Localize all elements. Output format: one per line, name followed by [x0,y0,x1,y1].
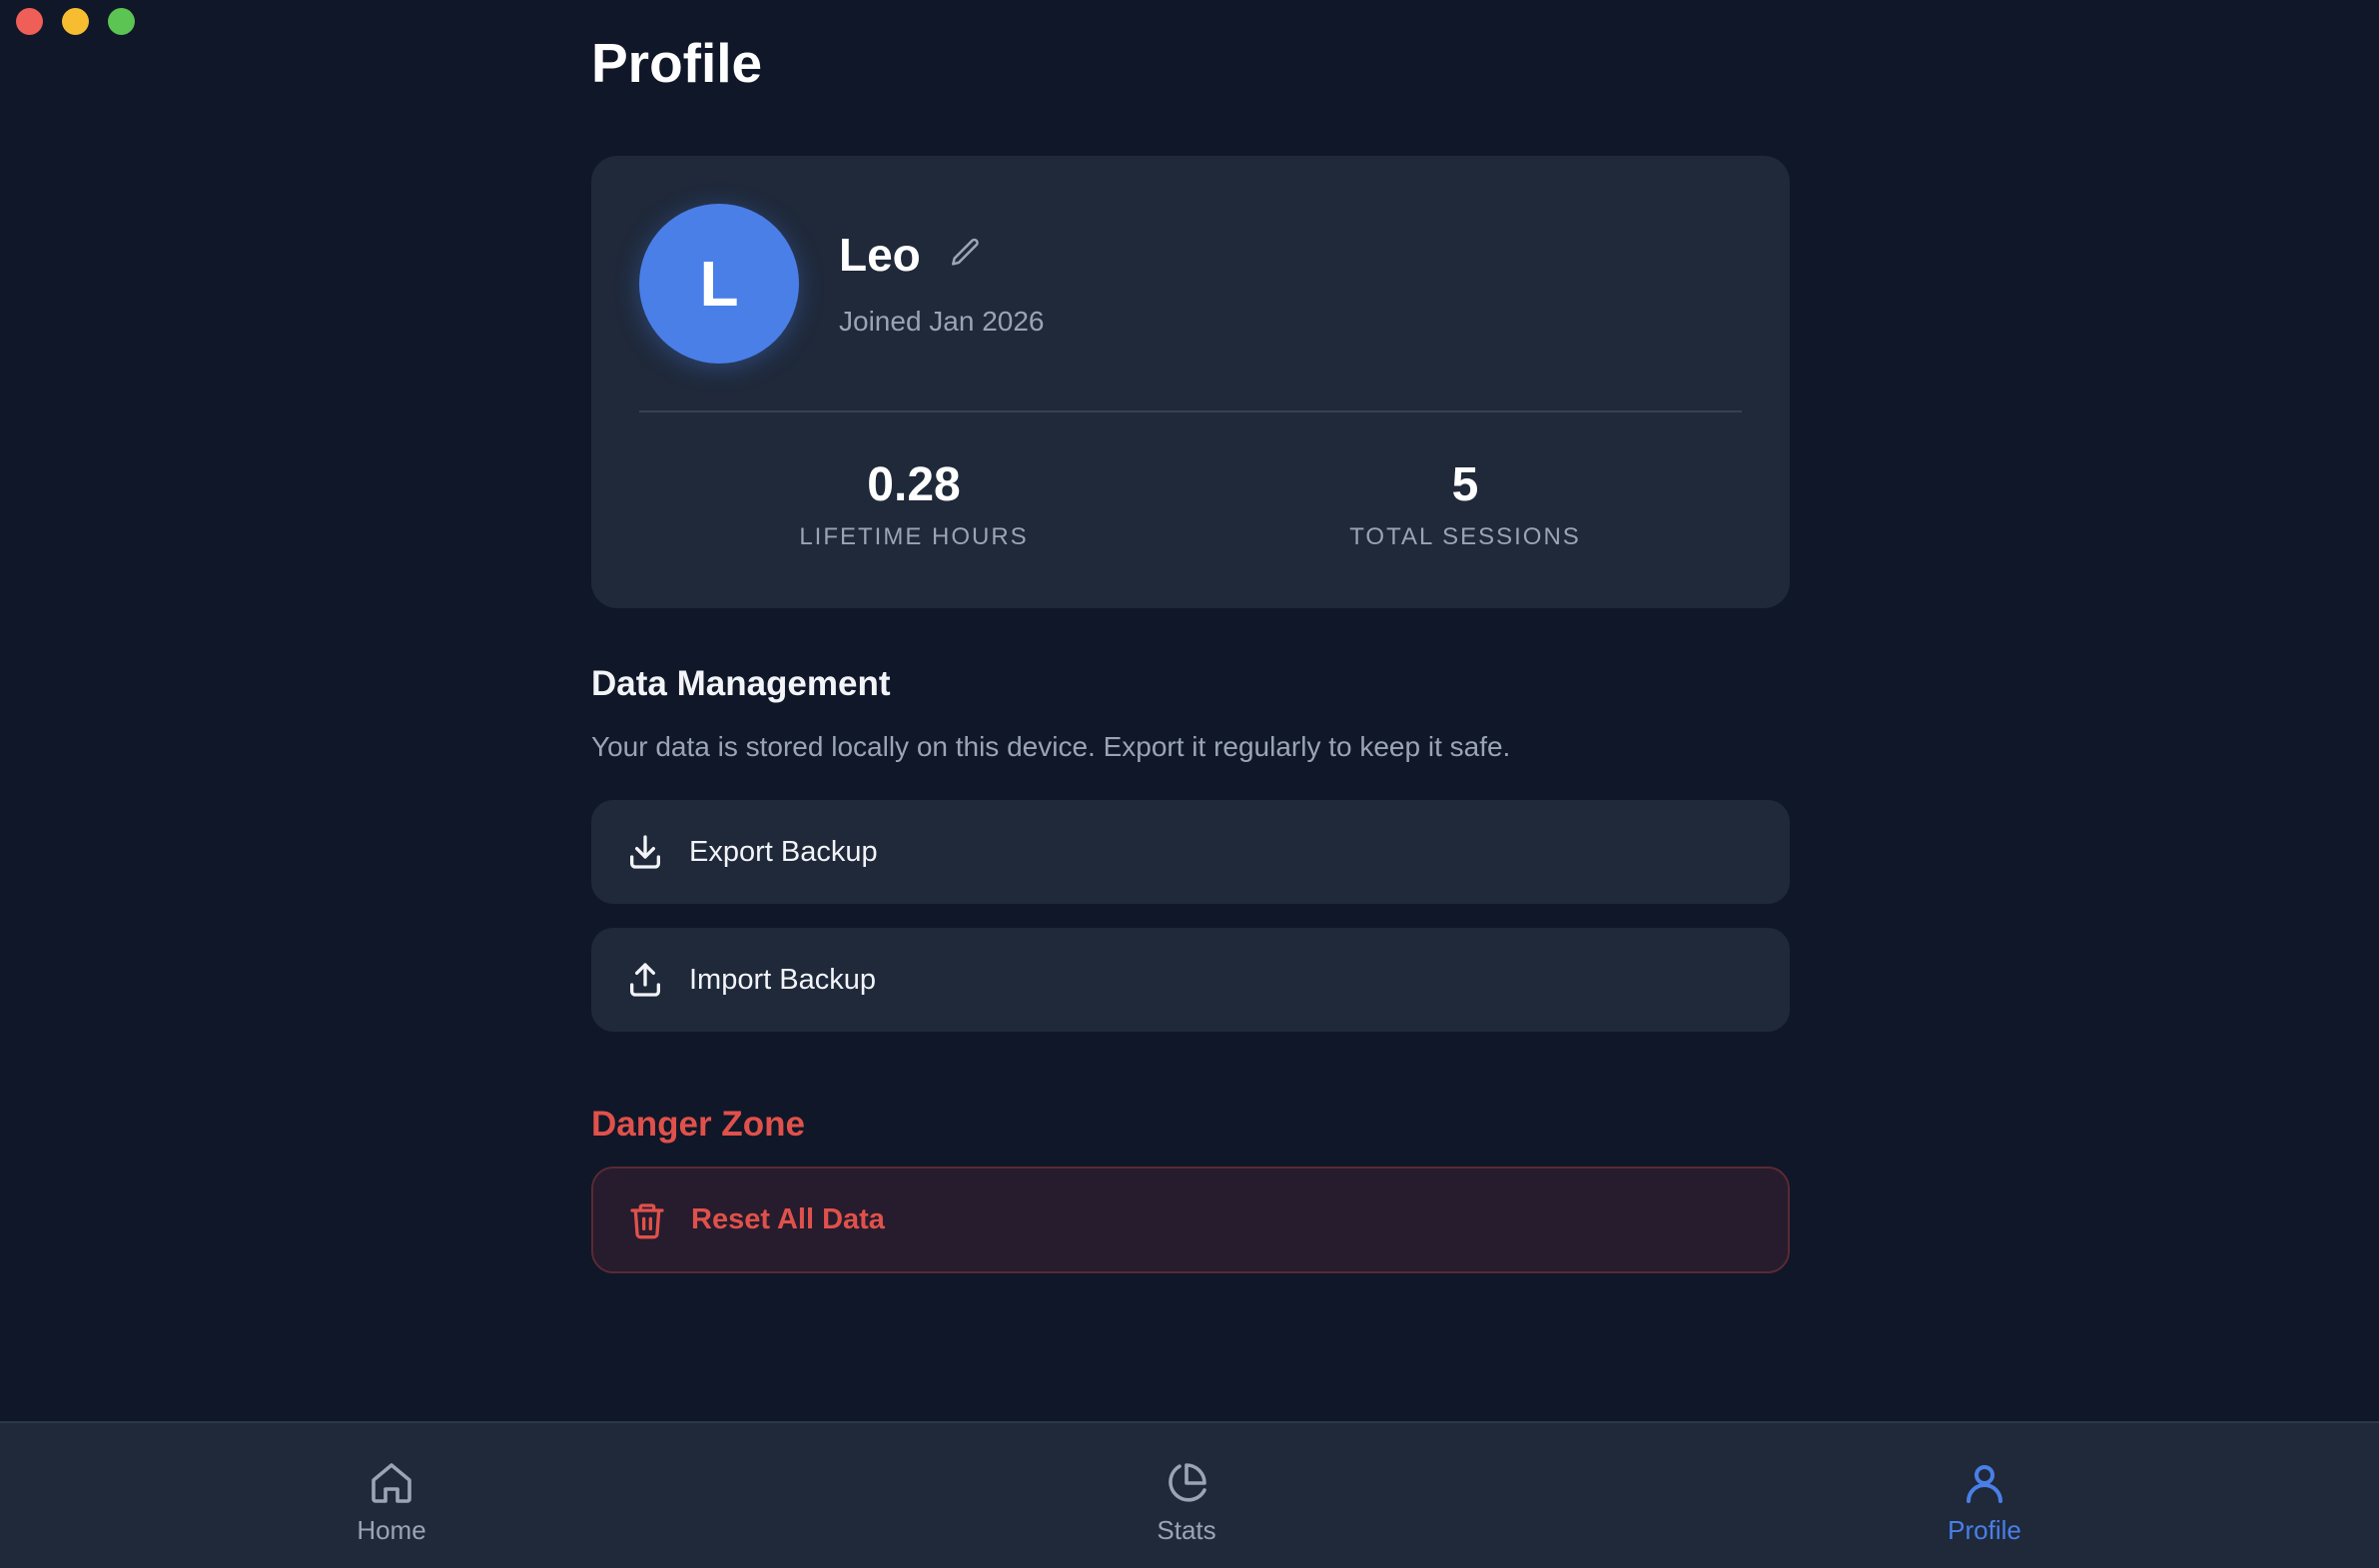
upload-icon [630,963,660,997]
pie-chart-icon [1169,1463,1206,1502]
user-name: Leo [839,229,921,281]
stat-label: LIFETIME HOURS [799,523,1029,550]
trash-icon [630,1202,664,1238]
nav-item-profile[interactable]: Profile [1885,1459,2084,1543]
user-icon [1967,1465,2002,1503]
nav-item-stats[interactable]: Stats [1087,1459,1286,1543]
profile-card: L Leo Joined Jan 2026 0.28 LIFETIME HOUR… [591,156,1790,608]
stat-label: TOTAL SESSIONS [1349,523,1581,550]
stat-lifetime-hours: 0.28 LIFETIME HOURS [714,461,1114,549]
download-icon [630,835,660,869]
minimize-window-button[interactable] [62,8,89,35]
home-icon [372,1463,411,1503]
close-window-button[interactable] [16,8,43,35]
avatar: L [639,204,799,364]
reset-all-data-button[interactable]: Reset All Data [591,1167,1790,1273]
stat-total-sessions: 5 TOTAL SESSIONS [1265,461,1665,549]
import-backup-label: Import Backup [689,963,876,996]
export-backup-button[interactable]: Export Backup [591,800,1790,904]
page-title: Profile [591,32,763,94]
nav-label: Profile [1948,1515,2021,1545]
stat-value: 0.28 [867,458,961,511]
nav-label: Home [357,1515,426,1545]
window-controls [16,8,135,35]
joined-date: Joined Jan 2026 [839,306,1045,337]
bottom-navigation: Home Stats Profile [0,1421,2379,1568]
data-management-description: Your data is stored locally on this devi… [591,731,1511,762]
data-management-title: Data Management [591,664,891,703]
divider [639,410,1742,412]
export-backup-label: Export Backup [689,835,878,868]
import-backup-button[interactable]: Import Backup [591,928,1790,1032]
nav-label: Stats [1157,1515,1216,1545]
nav-item-home[interactable]: Home [292,1459,491,1543]
danger-zone-title: Danger Zone [591,1105,805,1144]
reset-all-data-label: Reset All Data [691,1203,885,1235]
stat-value: 5 [1451,458,1479,511]
maximize-window-button[interactable] [108,8,135,35]
pencil-icon[interactable] [949,236,983,270]
